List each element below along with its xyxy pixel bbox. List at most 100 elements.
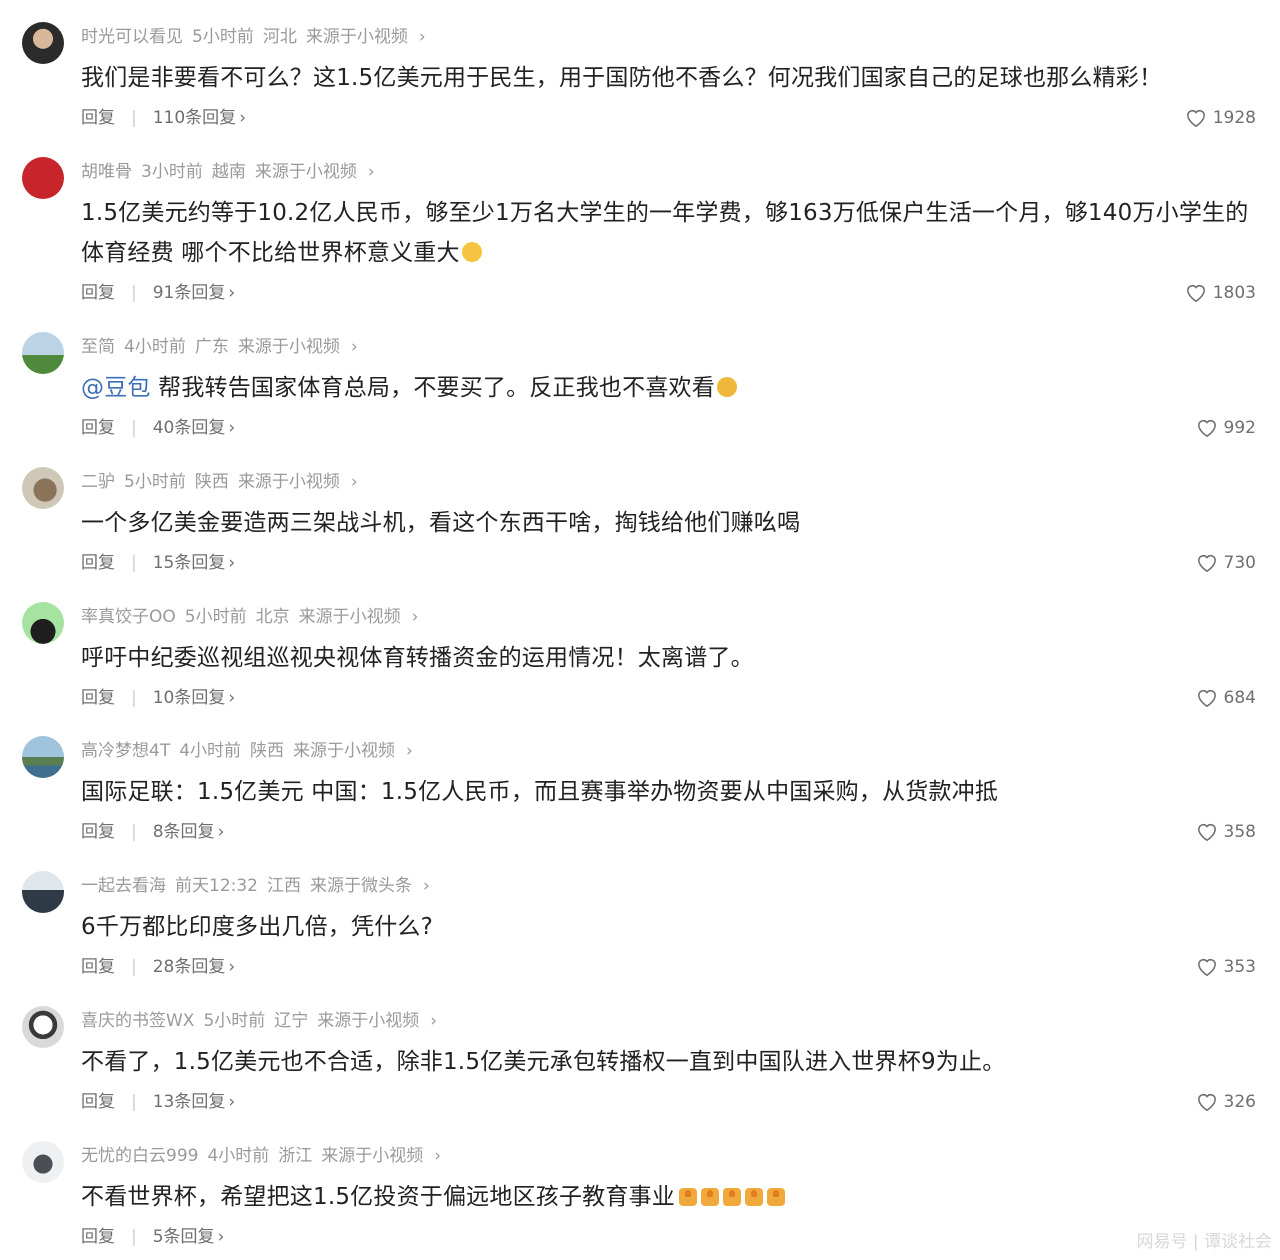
chevron-right-icon[interactable]: › [351,472,358,492]
reply-button[interactable]: 回复 [81,418,115,438]
chevron-right-icon[interactable]: › [430,1011,437,1031]
like-button[interactable]: 326 [1196,1088,1256,1116]
reply-button[interactable]: 回复 [81,553,115,573]
like-button[interactable]: 1803 [1185,279,1256,307]
username[interactable]: 高冷梦想4T [81,741,170,761]
view-replies-link[interactable]: 13条回复 [153,1092,226,1112]
thumbs-up-emoji-icon [700,1188,719,1206]
comment-time: 前天12:32 [175,876,258,896]
comment-source[interactable]: 来源于小视频 [299,607,401,627]
username[interactable]: 至简 [81,337,115,357]
like-button[interactable]: 1928 [1185,104,1256,132]
comment-region: 陕西 [250,741,285,761]
chevron-right-icon[interactable]: › [412,607,419,627]
chevron-right-icon[interactable]: › [218,822,225,842]
chevron-right-icon[interactable]: › [423,876,430,896]
comment-region: 河北 [262,27,297,47]
divider: | [131,283,137,303]
chevron-right-icon[interactable]: › [351,337,358,357]
chevron-right-icon[interactable]: › [368,162,375,182]
like-button[interactable]: 730 [1196,549,1256,577]
view-replies-link[interactable]: 91条回复 [153,283,226,303]
like-count: 1803 [1212,283,1256,303]
reply-button[interactable]: 回复 [81,108,115,128]
avatar[interactable] [22,467,64,509]
username[interactable]: 率真饺子OO [81,607,176,627]
chevron-right-icon[interactable]: › [228,418,235,438]
avatar[interactable] [22,736,64,778]
comment-actions: 回复 | 10条回复 › [81,684,235,712]
chevron-right-icon[interactable]: › [419,27,426,47]
comment-actions: 回复 | 15条回复 › [81,549,235,577]
avatar[interactable] [22,1141,64,1183]
comment-source[interactable]: 来源于小视频 [238,472,340,492]
view-replies-link[interactable]: 28条回复 [153,957,226,977]
chevron-right-icon[interactable]: › [228,688,235,708]
comment-region: 越南 [211,162,246,182]
view-replies-link[interactable]: 5条回复 [153,1227,215,1247]
chevron-right-icon[interactable]: › [228,283,235,303]
watermark: 网易号 | 谭谈社会 [1136,1232,1272,1252]
comment-text: 国际足联：1.5亿美元 中国：1.5亿人民币，而且赛事举办物资要从中国采购，从货… [81,779,999,805]
username[interactable]: 无忧的白云999 [81,1146,198,1166]
chevron-right-icon[interactable]: › [434,1146,441,1166]
chevron-right-icon[interactable]: › [228,957,235,977]
thumbs-up-emoji-icon [766,1188,785,1206]
comment-meta: 率真饺子OO 5小时前 北京 来源于小视频 › [81,602,427,632]
comment-region: 广东 [194,337,229,357]
chevron-right-icon[interactable]: › [228,553,235,573]
chevron-right-icon[interactable]: › [239,108,246,128]
avatar[interactable] [22,602,64,644]
comment-source[interactable]: 来源于小视频 [317,1011,419,1031]
avatar[interactable] [22,332,64,374]
like-button[interactable]: 684 [1196,684,1256,712]
mention-link[interactable]: @豆包 [81,375,151,401]
avatar[interactable] [22,22,64,64]
comment-actions: 回复 | 8条回复 › [81,818,224,846]
view-replies-link[interactable]: 40条回复 [153,418,226,438]
chevron-right-icon[interactable]: › [228,1092,235,1112]
comment-source[interactable]: 来源于小视频 [255,162,357,182]
comment-source[interactable]: 来源于小视频 [293,741,395,761]
username[interactable]: 时光可以看见 [81,27,183,47]
like-button[interactable]: 992 [1196,414,1256,442]
heart-icon [1197,959,1216,977]
like-button[interactable]: 353 [1196,953,1256,981]
reply-button[interactable]: 回复 [81,1092,115,1112]
view-replies-link[interactable]: 8条回复 [153,822,215,842]
thinking-emoji-icon [716,377,737,397]
reply-button[interactable]: 回复 [81,688,115,708]
comment-time: 4小时前 [179,741,242,761]
heart-icon [1186,285,1205,303]
like-button[interactable]: 358 [1196,818,1256,846]
username[interactable]: 喜庆的书签WX [81,1011,194,1031]
reply-button[interactable]: 回复 [81,1227,115,1247]
comment-text: 呼吁中纪委巡视组巡视央视体育转播资金的运用情况！太离谱了。 [81,645,754,671]
heart-icon [1197,824,1216,842]
thumbs-up-emoji-icon [722,1188,741,1206]
avatar[interactable] [22,1006,64,1048]
comment-text: 一个多亿美金要造两三架战斗机，看这个东西干啥，掏钱给他们赚吆喝 [81,510,801,536]
comment-source[interactable]: 来源于微头条 [310,876,412,896]
heart-icon [1197,555,1216,573]
reply-button[interactable]: 回复 [81,283,115,303]
avatar[interactable] [22,871,64,913]
view-replies-link[interactable]: 110条回复 [153,108,236,128]
reply-button[interactable]: 回复 [81,957,115,977]
chevron-right-icon[interactable]: › [218,1227,225,1247]
view-replies-link[interactable]: 10条回复 [153,688,226,708]
view-replies-link[interactable]: 15条回复 [153,553,226,573]
reply-button[interactable]: 回复 [81,822,115,842]
username[interactable]: 二驴 [81,472,115,492]
comment-source[interactable]: 来源于小视频 [238,337,340,357]
comment-source[interactable]: 来源于小视频 [321,1146,423,1166]
comment-actions: 回复 | 110条回复 › [81,104,246,132]
avatar[interactable] [22,157,64,199]
comment-actions: 回复 | 40条回复 › [81,414,235,442]
comment-actions: 回复 | 28条回复 › [81,953,235,981]
chevron-right-icon[interactable]: › [406,741,413,761]
comment-source[interactable]: 来源于小视频 [306,27,408,47]
comment-time: 4小时前 [124,337,186,357]
username[interactable]: 胡唯骨 [81,162,132,182]
username[interactable]: 一起去看海 [81,876,166,896]
